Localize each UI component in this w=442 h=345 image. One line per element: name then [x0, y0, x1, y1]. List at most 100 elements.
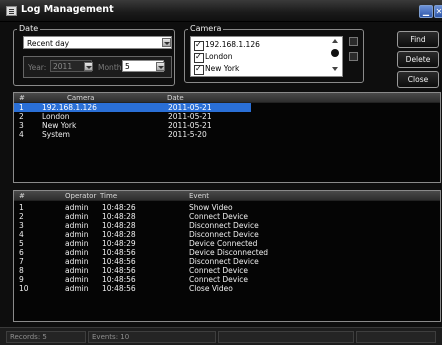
row-time: 10:48:56 — [102, 284, 136, 293]
camera-side-button-bottom[interactable] — [349, 52, 358, 61]
column-header[interactable]: Date — [167, 94, 184, 102]
row-camera: 192.168.1.126 — [42, 103, 97, 112]
close-window-button[interactable]: ✕ — [434, 5, 442, 18]
row-event: Device Disconnected — [189, 248, 269, 257]
row-event: Device Connected — [189, 239, 258, 248]
table-row[interactable]: 3 New York 2011-05-21 — [14, 121, 440, 130]
row-date: 2011-05-21 — [168, 103, 212, 112]
row-index: 9 — [19, 275, 24, 284]
row-time: 10:48:56 — [102, 275, 136, 284]
chevron-down-icon[interactable] — [84, 62, 93, 71]
row-index: 1 — [19, 103, 24, 112]
column-header[interactable]: Event — [189, 192, 209, 200]
close-icon: ✕ — [435, 7, 442, 16]
table-row[interactable]: 9 admin 10:48:56 Connect Device — [14, 275, 440, 284]
month-value: 5 — [125, 62, 130, 71]
camera-log-list: # Camera Date 1 192.168.1.126 2011-05-21… — [13, 92, 441, 183]
row-index: 3 — [19, 121, 24, 130]
row-operator: admin — [65, 203, 89, 212]
minimize-button[interactable]: ▁ — [419, 5, 433, 18]
table-row[interactable]: 7 admin 10:48:56 Disconnect Device — [14, 257, 440, 266]
row-index: 5 — [19, 239, 24, 248]
row-time: 10:48:56 — [102, 257, 136, 266]
camera-item-label: 192.168.1.126 — [205, 40, 260, 49]
table-row[interactable]: 10 admin 10:48:56 Close Video — [14, 284, 440, 293]
column-header[interactable]: # — [19, 94, 25, 102]
row-index: 1 — [19, 203, 24, 212]
row-index: 6 — [19, 248, 24, 257]
scroll-down-icon[interactable] — [330, 64, 340, 73]
events-count: Events: 10 — [88, 331, 216, 343]
row-operator: admin — [65, 248, 89, 257]
row-event: Close Video — [189, 284, 233, 293]
row-index: 4 — [19, 230, 24, 239]
table-row[interactable]: 2 admin 10:48:28 Connect Device — [14, 212, 440, 221]
camera-item-label: London — [205, 52, 233, 61]
title-bar: Log Management ▁ ✕ — [0, 0, 442, 22]
column-header[interactable]: Time — [100, 192, 117, 200]
column-header[interactable]: # — [19, 192, 25, 200]
row-time: 10:48:28 — [102, 212, 136, 221]
checkbox-checked[interactable] — [194, 40, 204, 51]
table-row[interactable]: 2 London 2011-05-21 — [14, 112, 440, 121]
row-camera: New York — [42, 121, 77, 130]
row-operator: admin — [65, 266, 89, 275]
row-event: Connect Device — [189, 275, 249, 284]
row-event: Disconnect Device — [189, 257, 259, 266]
camera-group-legend: Camera — [188, 24, 224, 33]
row-date: 2011-05-21 — [168, 112, 212, 121]
scroll-up-icon[interactable] — [330, 37, 340, 46]
row-operator: admin — [65, 212, 89, 221]
row-time: 10:48:56 — [102, 248, 136, 257]
row-date: 2011-05-21 — [168, 121, 212, 130]
row-operator: admin — [65, 221, 89, 230]
row-event: Disconnect Device — [189, 230, 259, 239]
row-operator: admin — [65, 257, 89, 266]
row-index: 4 — [19, 130, 24, 139]
row-operator: admin — [65, 230, 89, 239]
chevron-down-icon[interactable] — [162, 38, 171, 47]
row-index: 8 — [19, 266, 24, 275]
checkbox-checked[interactable] — [194, 52, 204, 63]
row-index: 7 — [19, 257, 24, 266]
close-button[interactable]: Close — [397, 71, 439, 88]
column-header[interactable]: Operator — [65, 192, 96, 200]
row-time: 10:48:26 — [102, 203, 136, 212]
row-camera: London — [42, 112, 70, 121]
event-log-list: # Operator Time Event 1 admin 10:48:26 S… — [13, 190, 441, 322]
delete-button[interactable]: Delete — [397, 51, 439, 68]
camera-side-button-top[interactable] — [349, 37, 358, 46]
row-time: 10:48:28 — [102, 221, 136, 230]
camera-item-label: New York — [205, 64, 240, 73]
scroll-thumb[interactable] — [331, 49, 339, 57]
row-index: 3 — [19, 221, 24, 230]
date-range-select[interactable]: Recent day — [23, 36, 172, 49]
minimize-icon: ▁ — [422, 7, 430, 16]
table-row[interactable]: 8 admin 10:48:56 Connect Device — [14, 266, 440, 275]
records-count: Records: 5 — [6, 331, 86, 343]
table-row[interactable]: 1 192.168.1.126 2011-05-21 — [14, 103, 251, 112]
row-index: 10 — [19, 284, 29, 293]
row-index: 2 — [19, 112, 24, 121]
status-bar: Records: 5 Events: 10 — [0, 327, 442, 345]
table-row[interactable]: 4 System 2011-5-20 — [14, 130, 440, 139]
table-row[interactable]: 6 admin 10:48:56 Device Disconnected — [14, 248, 440, 257]
camera-checklist: 192.168.1.126 London New York — [190, 36, 343, 77]
window-title: Log Management — [21, 4, 114, 15]
status-panel-empty — [356, 331, 436, 343]
table-row[interactable]: 1 admin 10:48:26 Show Video — [14, 203, 440, 212]
row-time: 10:48:28 — [102, 230, 136, 239]
row-operator: admin — [65, 275, 89, 284]
checkbox-checked[interactable] — [194, 64, 204, 75]
status-panel-empty — [218, 331, 354, 343]
chevron-down-icon[interactable] — [156, 62, 165, 71]
table-row[interactable]: 3 admin 10:48:28 Disconnect Device — [14, 221, 440, 230]
table-row[interactable]: 5 admin 10:48:29 Device Connected — [14, 239, 440, 248]
row-event: Disconnect Device — [189, 221, 259, 230]
table-row[interactable]: 4 admin 10:48:28 Disconnect Device — [14, 230, 440, 239]
row-event: Connect Device — [189, 212, 249, 221]
row-operator: admin — [65, 239, 89, 248]
column-header[interactable]: Camera — [67, 94, 94, 102]
date-group-legend: Date — [17, 24, 41, 33]
find-button[interactable]: Find — [397, 31, 439, 48]
